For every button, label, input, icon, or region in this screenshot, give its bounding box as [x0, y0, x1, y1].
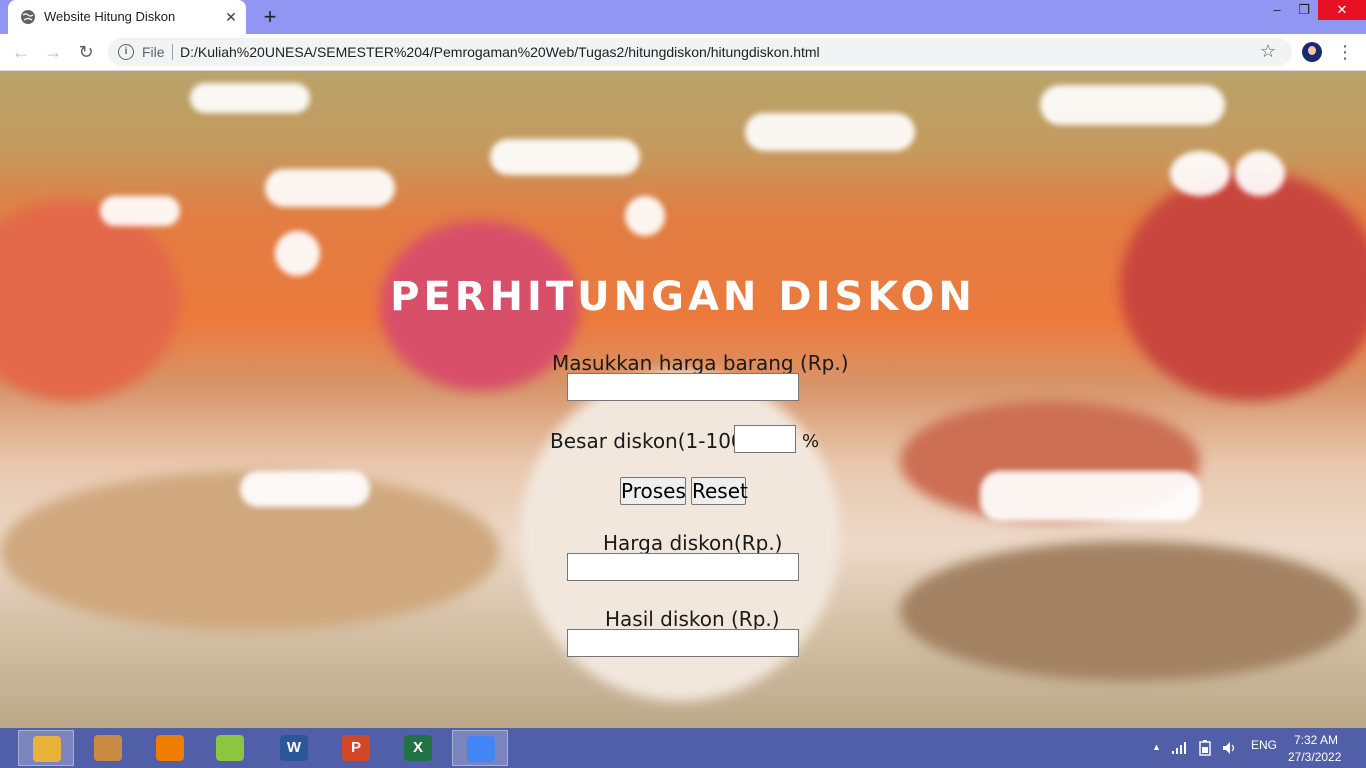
taskbar-app[interactable] [452, 730, 508, 766]
tab-title: Website Hitung Diskon [44, 9, 176, 24]
minimize-button[interactable]: – [1262, 0, 1292, 20]
maximize-button[interactable]: ❐ [1292, 0, 1316, 20]
price-input[interactable] [567, 373, 799, 401]
url-text[interactable]: D:/Kuliah%20UNESA/SEMESTER%204/Pemrogama… [180, 44, 820, 60]
word-icon: W [280, 735, 308, 761]
scheme-label: File [142, 44, 165, 60]
discount-input[interactable] [734, 425, 796, 453]
file-explorer-icon [33, 736, 61, 762]
close-tab-icon[interactable]: ✕ [222, 8, 240, 26]
taskbar: W P X ▲ ENG 7:32 AM 27/3/2022 [0, 728, 1366, 768]
taskbar-app[interactable] [18, 730, 74, 766]
profile-avatar[interactable] [1302, 42, 1322, 62]
clock-date[interactable]: 27/3/2022 [1288, 750, 1341, 764]
info-icon[interactable]: i [118, 44, 134, 60]
tray-chevron-icon[interactable]: ▲ [1152, 742, 1161, 752]
browser-toolbar: ← → ↻ i File D:/Kuliah%20UNESA/SEMESTER%… [0, 34, 1366, 71]
app-icon [216, 735, 244, 761]
discount-result-label: Hasil diskon (Rp.) [605, 607, 780, 631]
process-button[interactable]: Proses [620, 477, 686, 505]
volume-icon[interactable] [1222, 741, 1238, 755]
taskbar-app[interactable] [80, 730, 136, 766]
new-tab-button[interactable]: + [258, 6, 282, 30]
taskbar-app[interactable]: W [266, 730, 322, 766]
browser-tab[interactable]: Website Hitung Diskon ✕ [8, 0, 246, 34]
bookmark-star-icon[interactable]: ☆ [1260, 41, 1276, 62]
page-title: PERHITUNGAN DISKON [390, 274, 976, 320]
globe-icon [21, 10, 35, 24]
page-viewport: PERHITUNGAN DISKON Masukkan harga barang… [0, 71, 1366, 728]
address-divider [172, 44, 173, 60]
taskbar-app[interactable]: X [390, 730, 446, 766]
discount-label: Besar diskon(1-100) [550, 429, 752, 453]
close-window-button[interactable]: ✕ [1318, 0, 1366, 20]
battery-icon[interactable] [1197, 740, 1213, 756]
taskbar-app[interactable] [142, 730, 198, 766]
more-menu-icon[interactable]: ⋮ [1336, 41, 1354, 63]
excel-icon: X [404, 735, 432, 761]
paint-icon [94, 735, 122, 761]
discounted-price-output[interactable] [567, 553, 799, 581]
reset-button[interactable]: Reset [691, 477, 748, 505]
price-label: Masukkan harga barang (Rp.) [552, 351, 849, 375]
vlc-icon [156, 735, 184, 761]
reload-button[interactable]: ↻ [75, 41, 97, 63]
browser-tab-strip: Website Hitung Diskon ✕ + – ❐ ✕ [0, 0, 1366, 34]
signal-icon[interactable] [1172, 742, 1188, 754]
taskbar-app[interactable]: P [328, 730, 384, 766]
language-indicator[interactable]: ENG [1251, 738, 1277, 752]
chrome-icon [467, 736, 495, 762]
clock-time[interactable]: 7:32 AM [1294, 733, 1338, 747]
address-bar[interactable]: i File D:/Kuliah%20UNESA/SEMESTER%204/Pe… [108, 38, 1292, 66]
discount-result-output[interactable] [567, 629, 799, 657]
forward-button[interactable]: → [42, 41, 64, 63]
back-button[interactable]: ← [10, 41, 32, 63]
percent-sign: % [802, 431, 820, 452]
powerpoint-icon: P [342, 735, 370, 761]
discounted-price-label: Harga diskon(Rp.) [603, 531, 783, 555]
taskbar-app[interactable] [202, 730, 258, 766]
